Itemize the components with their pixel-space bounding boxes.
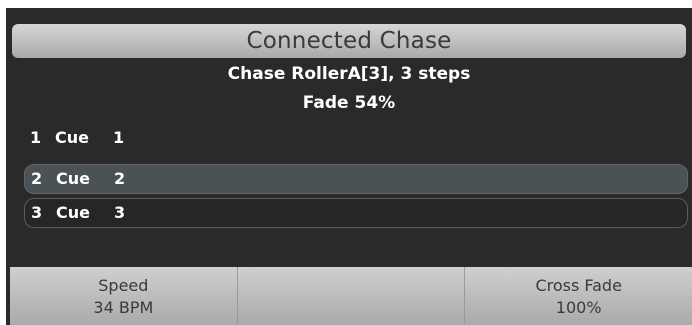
step-row-3[interactable]: 3 Cue 3 xyxy=(24,198,688,228)
step-value: 1 xyxy=(113,128,125,147)
speed-value: 34 BPM xyxy=(93,298,154,317)
speed-button[interactable]: Speed 34 BPM xyxy=(10,267,238,325)
step-row-2[interactable]: 2 Cue 2 xyxy=(24,164,688,194)
step-value: 3 xyxy=(114,203,126,222)
panel-title: Connected Chase xyxy=(12,24,686,58)
footer-toolbar: Speed 34 BPM Cross Fade 100% xyxy=(10,267,692,325)
step-number: 2 xyxy=(31,169,43,188)
step-label: Cue xyxy=(56,203,90,222)
fade-info-text: Fade 54% xyxy=(302,93,396,113)
crossfade-label: Cross Fade xyxy=(535,276,622,295)
step-value: 2 xyxy=(114,169,126,188)
step-number: 3 xyxy=(31,203,43,222)
step-number: 1 xyxy=(30,128,42,147)
crossfade-value: 100% xyxy=(555,298,602,317)
step-row-1[interactable]: 1 Cue 1 xyxy=(24,124,688,154)
step-label: Cue xyxy=(55,128,89,147)
chase-info-text: Chase RollerA[3], 3 steps xyxy=(227,64,471,84)
speed-label: Speed xyxy=(98,276,149,295)
empty-footer-button[interactable] xyxy=(238,267,466,325)
crossfade-button[interactable]: Cross Fade 100% xyxy=(465,267,692,325)
step-label: Cue xyxy=(56,169,90,188)
